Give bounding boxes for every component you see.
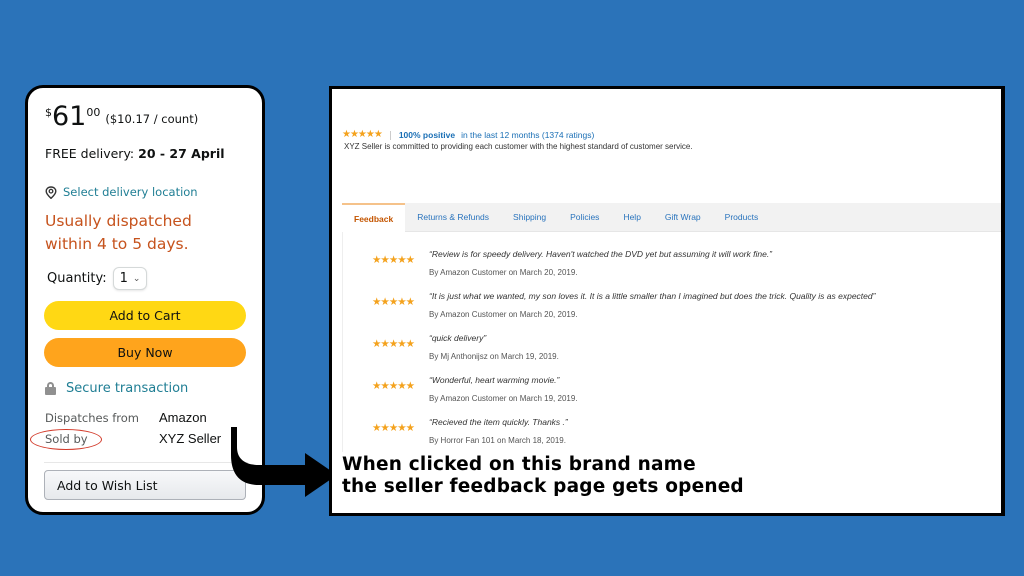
review-text: “It is just what we wanted, my son loves… — [429, 291, 876, 301]
add-to-wish-list-button[interactable]: Add to Wish List — [44, 470, 246, 500]
tab-feedback[interactable]: Feedback — [342, 203, 406, 232]
seller-name-link[interactable]: XYZ Seller — [159, 431, 221, 446]
tab-products[interactable]: Products — [713, 203, 771, 231]
highlight-ring — [30, 429, 102, 450]
annotation-line1: When clicked on this brand name — [342, 454, 696, 475]
separator — [389, 130, 391, 140]
review-stars-icon: ★★★★★ — [372, 296, 415, 308]
seller-tabs: Feedback Returns & Refunds Shipping Poli… — [342, 203, 1001, 232]
quantity-select[interactable]: 1 ⌄ — [112, 267, 148, 290]
dispatch-estimate-line2: within 4 to 5 days. — [45, 235, 189, 253]
add-to-cart-button[interactable]: Add to Cart — [44, 301, 246, 330]
unit-price: ($10.17 / count) — [105, 112, 199, 126]
review-byline: By Horror Fan 101 on March 18, 2019. — [429, 436, 566, 445]
chevron-down-icon: ⌄ — [132, 273, 141, 284]
seller-rating-summary: ★★★★★ 100% positive in the last 12 month… — [342, 129, 693, 152]
review-byline: By Amazon Customer on March 20, 2019. — [429, 268, 578, 277]
quantity-value: 1 — [119, 271, 128, 286]
review-stars-icon: ★★★★★ — [372, 380, 415, 392]
secure-transaction-link[interactable]: Secure transaction — [45, 381, 188, 396]
select-delivery-location-label: Select delivery location — [63, 185, 198, 199]
price-whole: 61 — [52, 101, 87, 132]
buy-now-button[interactable]: Buy Now — [44, 338, 246, 367]
secure-transaction-label: Secure transaction — [66, 381, 189, 396]
review-byline: By Mj Anthonijsz on March 19, 2019. — [429, 352, 559, 361]
rating-period: in the last 12 months (1374 ratings) — [461, 130, 595, 140]
delivery-dates: 20 - 27 April — [138, 146, 225, 161]
dispatches-from-label: Dispatches from — [45, 411, 139, 425]
quantity-label: Quantity: — [47, 271, 107, 286]
review-byline: By Amazon Customer on March 20, 2019. — [429, 310, 578, 319]
annotation-caption: When clicked on this brand name the sell… — [342, 454, 744, 498]
review-text: “quick delivery” — [429, 333, 487, 343]
dispatch-estimate-line1: Usually dispatched — [45, 212, 192, 230]
lock-icon — [45, 382, 56, 395]
tab-returns-refunds[interactable]: Returns & Refunds — [405, 203, 501, 231]
divider — [342, 232, 343, 452]
seller-statement: XYZ Seller is committed to providing eac… — [344, 142, 693, 151]
review-stars-icon: ★★★★★ — [372, 254, 415, 266]
positive-percent: 100% positive — [398, 130, 456, 140]
review-stars-icon: ★★★★★ — [372, 422, 415, 434]
rating-stars-icon: ★★★★★ — [342, 129, 383, 140]
review-byline: By Amazon Customer on March 19, 2019. — [429, 394, 578, 403]
dispatches-from-value: Amazon — [159, 410, 207, 425]
delivery-label: FREE delivery: — [45, 146, 135, 161]
dispatch-estimate: Usually dispatched within 4 to 5 days. — [45, 210, 192, 256]
review-text: “Review is for speedy delivery. Haven't … — [429, 249, 773, 259]
price: $ 61 00 ($10.17 / count) — [45, 102, 198, 132]
rating-line: ★★★★★ 100% positive in the last 12 month… — [342, 129, 693, 141]
price-currency-symbol: $ — [45, 106, 52, 119]
select-delivery-location-link[interactable]: Select delivery location — [45, 185, 198, 199]
tab-shipping[interactable]: Shipping — [501, 203, 558, 231]
tab-gift-wrap[interactable]: Gift Wrap — [653, 203, 713, 231]
tab-policies[interactable]: Policies — [558, 203, 611, 231]
annotation-line2: the seller feedback page gets opened — [342, 476, 744, 497]
tab-help[interactable]: Help — [611, 203, 652, 231]
seller-feedback-page: ★★★★★ 100% positive in the last 12 month… — [329, 86, 1005, 516]
review-text: “Recieved the item quickly. Thanks .” — [429, 417, 568, 427]
price-fraction: 00 — [86, 106, 101, 119]
review-stars-icon: ★★★★★ — [372, 338, 415, 350]
location-pin-icon — [45, 185, 57, 199]
delivery-info: FREE delivery: 20 - 27 April — [45, 146, 225, 161]
quantity-row: Quantity: 1 ⌄ — [47, 267, 148, 290]
curved-arrow-icon — [231, 427, 337, 497]
review-text: “Wonderful, heart warming movie.” — [429, 375, 560, 385]
divider — [44, 462, 248, 463]
